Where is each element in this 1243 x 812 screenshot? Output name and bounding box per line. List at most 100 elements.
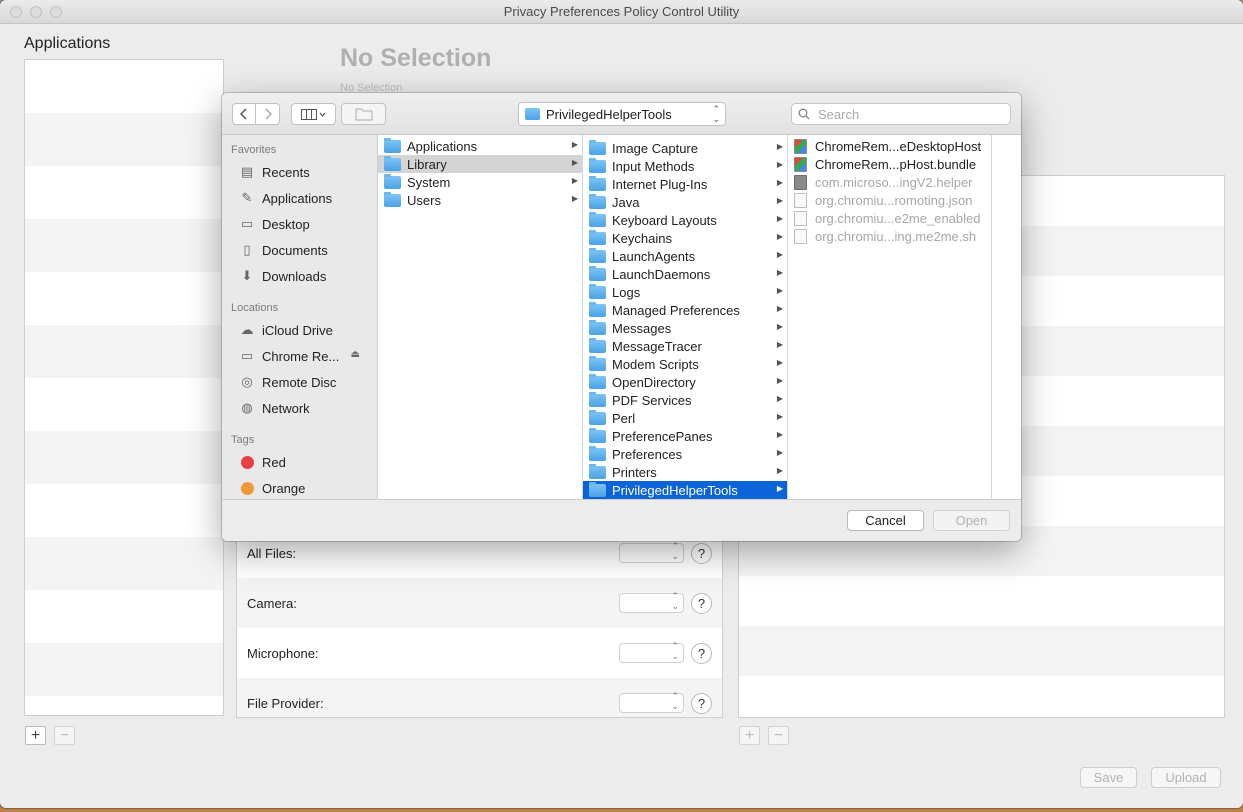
list-item[interactable]: Keychains ▶	[583, 229, 787, 247]
sidebar-item-tag-red[interactable]: Red	[238, 451, 374, 473]
close-window-button[interactable]	[10, 6, 22, 18]
item-label: Keyboard Layouts	[612, 212, 717, 228]
new-folder-button[interactable]	[341, 103, 386, 125]
save-button[interactable]: Save	[1080, 767, 1137, 788]
list-item[interactable]: Modem Scripts ▶	[583, 355, 787, 373]
browser-column-empty	[992, 135, 1021, 499]
list-item[interactable]: Input Methods ▶	[583, 157, 787, 175]
list-item[interactable]: org.chromiu...e2me_enabled	[788, 209, 991, 227]
cancel-button[interactable]: Cancel	[847, 510, 924, 531]
permission-label: Camera:	[247, 595, 297, 611]
sidebar-item-downloads[interactable]: ⬇ Downloads	[238, 265, 374, 287]
recents-icon: ▤	[240, 164, 254, 179]
add-entry-button[interactable]: +	[739, 726, 760, 745]
view-mode-button[interactable]	[291, 103, 336, 125]
folder-icon	[384, 155, 401, 171]
list-item[interactable]: Messages ▶	[583, 319, 787, 337]
sidebar-item-chrome-remote-disk[interactable]: ▭ Chrome Re... ⏏	[238, 345, 374, 367]
list-item[interactable]: Logs ▶	[583, 283, 787, 301]
upload-button[interactable]: Upload	[1151, 767, 1221, 788]
list-item[interactable]: PDF Services ▶	[583, 391, 787, 409]
forward-button[interactable]	[256, 103, 280, 125]
sidebar-item-icloud-drive[interactable]: ☁ iCloud Drive	[238, 319, 374, 341]
sidebar-item-applications[interactable]: ✎ Applications	[238, 187, 374, 209]
sidebar-item-remote-disc[interactable]: ◎ Remote Disc	[238, 371, 374, 393]
folder-icon	[589, 391, 606, 407]
list-item[interactable]: LaunchAgents ▶	[583, 247, 787, 265]
folder-icon	[589, 463, 606, 479]
sidebar-item-label: Network	[262, 400, 310, 416]
list-item[interactable]: Perl ▶	[583, 409, 787, 427]
remove-entry-button[interactable]: −	[768, 726, 789, 745]
browser-column-helpertools[interactable]: ChromeRem...eDesktopHost ChromeRem...pHo…	[788, 135, 992, 499]
applications-list[interactable]	[24, 59, 224, 716]
list-item[interactable]: Java ▶	[583, 193, 787, 211]
microphone-select[interactable]	[619, 641, 684, 663]
zoom-window-button[interactable]	[50, 6, 62, 18]
list-item[interactable]: com.microso...ingV2.helper	[788, 173, 991, 191]
favorites-header: Favorites	[231, 144, 277, 156]
sidebar-item-tag-orange[interactable]: Orange	[238, 477, 374, 499]
search-input[interactable]	[816, 105, 996, 123]
list-item[interactable]: org.chromiu...romoting.json	[788, 191, 991, 209]
search-field[interactable]	[791, 103, 1011, 125]
list-item[interactable]: Internet Plug-Ins ▶	[583, 175, 787, 193]
list-item[interactable]: ChromeRem...eDesktopHost	[788, 137, 991, 155]
folder-icon	[589, 247, 606, 263]
permission-label: All Files:	[247, 545, 297, 561]
list-item[interactable]: Library ▶	[378, 155, 582, 173]
back-button[interactable]	[232, 103, 256, 125]
all-files-select[interactable]	[619, 541, 684, 563]
list-item[interactable]: PreferencePanes ▶	[583, 427, 787, 445]
open-file-dialog: PrivilegedHelperTools ⌃ ⌄ Favorites ▤ Re…	[222, 93, 1021, 541]
microphone-help-button[interactable]: ?	[691, 642, 712, 664]
list-item[interactable]: Preferences ▶	[583, 445, 787, 463]
camera-select[interactable]	[619, 591, 684, 613]
sidebar-item-recents[interactable]: ▤ Recents	[238, 161, 374, 183]
list-item[interactable]: LaunchDaemons ▶	[583, 265, 787, 283]
disclosure-icon: ▶	[776, 214, 783, 223]
desktop-icon: ▭	[240, 216, 254, 231]
list-item[interactable]: ChromeRem...pHost.bundle	[788, 155, 991, 173]
path-popup[interactable]: PrivilegedHelperTools ⌃ ⌄	[518, 102, 726, 126]
folder-icon	[589, 427, 606, 443]
sidebar-item-label: Applications	[262, 190, 333, 206]
sidebar-item-desktop[interactable]: ▭ Desktop	[238, 213, 374, 235]
sidebar-item-documents[interactable]: ▯ Documents	[238, 239, 374, 261]
sidebar-item-network[interactable]: ◍ Network	[238, 397, 374, 419]
sidebar-item-label: Chrome Re...	[262, 348, 340, 364]
dialog-footer: Cancel Open	[222, 499, 1021, 541]
disclosure-icon: ▶	[776, 142, 783, 151]
item-label: PreferencePanes	[612, 428, 713, 444]
list-item[interactable]: MessageTracer ▶	[583, 337, 787, 355]
list-item[interactable]: OpenDirectory ▶	[583, 373, 787, 391]
list-item[interactable]: Image Capture ▶	[583, 139, 787, 157]
add-application-button[interactable]: +	[25, 726, 46, 745]
open-button[interactable]: Open	[933, 510, 1010, 531]
eject-icon[interactable]: ⏏	[351, 349, 360, 360]
file-provider-help-button[interactable]: ?	[691, 692, 712, 714]
window-title: Privacy Preferences Policy Control Utili…	[503, 4, 740, 19]
list-item[interactable]: Managed Preferences ▶	[583, 301, 787, 319]
bundle-icon	[794, 156, 807, 172]
list-item[interactable]: Applications ▶	[378, 137, 582, 155]
disclosure-icon: ▶	[776, 250, 783, 259]
minimize-window-button[interactable]	[30, 6, 42, 18]
file-provider-select[interactable]	[619, 691, 684, 713]
item-label: System	[407, 174, 451, 190]
all-files-help-button[interactable]: ?	[691, 542, 712, 564]
executable-icon	[794, 174, 807, 190]
disk-icon: ▭	[240, 348, 254, 363]
cloud-icon: ☁	[240, 322, 254, 337]
browser-column-library[interactable]: Image Capture ▶ Input Methods ▶ Internet Plu…	[583, 135, 788, 499]
list-item[interactable]: PrivilegedHelperTools ▶	[583, 481, 787, 499]
camera-help-button[interactable]: ?	[691, 592, 712, 614]
list-item[interactable]: org.chromiu...ing.me2me.sh	[788, 227, 991, 245]
list-item[interactable]: Users ▶	[378, 191, 582, 209]
network-icon: ◍	[241, 400, 253, 415]
remove-application-button[interactable]: −	[54, 726, 75, 745]
folder-icon	[589, 373, 606, 389]
list-item[interactable]: Keyboard Layouts ▶	[583, 211, 787, 229]
list-item[interactable]: System ▶	[378, 173, 582, 191]
list-item[interactable]: Printers ▶	[583, 463, 787, 481]
